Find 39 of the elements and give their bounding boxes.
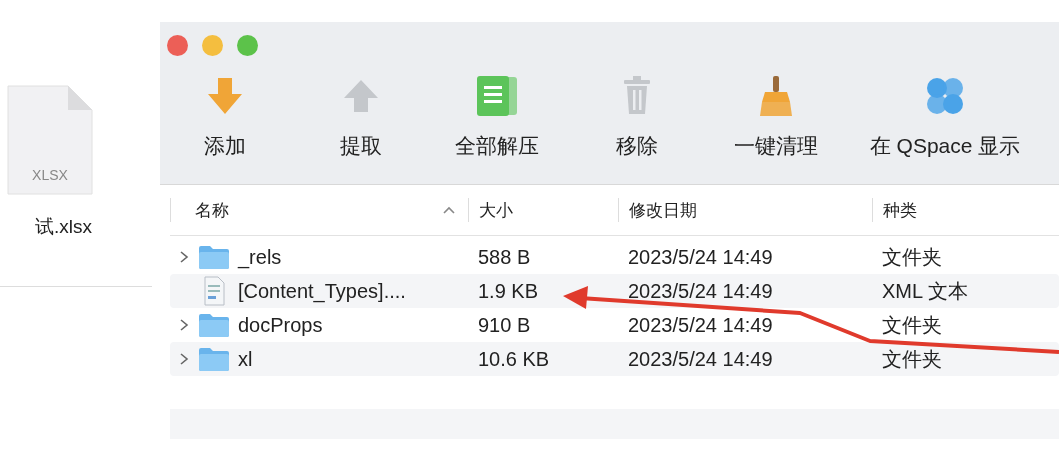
toolbar-button[interactable]: 一键清理 [712, 74, 840, 160]
column-header[interactable]: 修改日期 [629, 198, 697, 222]
toolbar-button[interactable]: 全部解压 [432, 74, 562, 160]
date-cell-text: 2023/5/24 14:49 [627, 279, 774, 303]
file-name[interactable]: 试.xlsx [0, 214, 92, 240]
folder-icon [198, 346, 230, 372]
size-cell-text: 910 B [477, 313, 532, 337]
toolbar-button[interactable]: 在 QSpace 显示 [840, 74, 1050, 160]
column-header[interactable]: 名称 [195, 198, 229, 222]
column-header[interactable]: 大小 [479, 198, 513, 222]
file-type-label: XLSX [32, 167, 68, 183]
column-header[interactable]: 种类 [883, 198, 917, 222]
size-cell-text: 10.6 KB [477, 347, 551, 371]
sort-chevron-icon[interactable] [442, 205, 456, 215]
date-cell-text: 2023/5/24 14:49 [627, 313, 774, 337]
kind-cell-text: XML 文本 [881, 278, 969, 304]
file-name: xl [238, 347, 253, 371]
file-name: [Content_Types].... [238, 279, 406, 303]
folder-icon [198, 244, 230, 270]
zoom-button[interactable] [237, 35, 258, 56]
kind-cell-text: 文件夹 [881, 312, 943, 338]
kind-cell-text: 文件夹 [881, 346, 943, 372]
file-name: _rels [238, 245, 282, 269]
toolbar-button[interactable]: 添加 [160, 74, 290, 160]
disclosure-chevron-icon[interactable] [178, 318, 190, 332]
close-button[interactable] [167, 35, 188, 56]
disclosure-chevron-icon[interactable] [178, 352, 190, 366]
file-row[interactable]: docProps 910 B 2023/5/24 14:49 文件夹 [170, 308, 1059, 342]
size-cell-text: 1.9 KB [477, 279, 540, 303]
folder-icon [198, 312, 230, 338]
file-row[interactable]: xl 10.6 KB 2023/5/24 14:49 文件夹 [170, 342, 1059, 376]
file-name: docProps [238, 313, 323, 337]
file-row[interactable]: _rels 588 B 2023/5/24 14:49 文件夹 [170, 240, 1059, 274]
file-row[interactable]: [Content_Types].... 1.9 KB 2023/5/24 14:49 XML 文本 [170, 274, 1059, 308]
date-cell-text: 2023/5/24 14:49 [627, 347, 774, 371]
disclosure-chevron-icon[interactable] [178, 250, 190, 264]
kind-cell-text: 文件夹 [881, 244, 943, 270]
date-cell-text: 2023/5/24 14:49 [627, 245, 774, 269]
size-cell-text: 588 B [477, 245, 532, 269]
